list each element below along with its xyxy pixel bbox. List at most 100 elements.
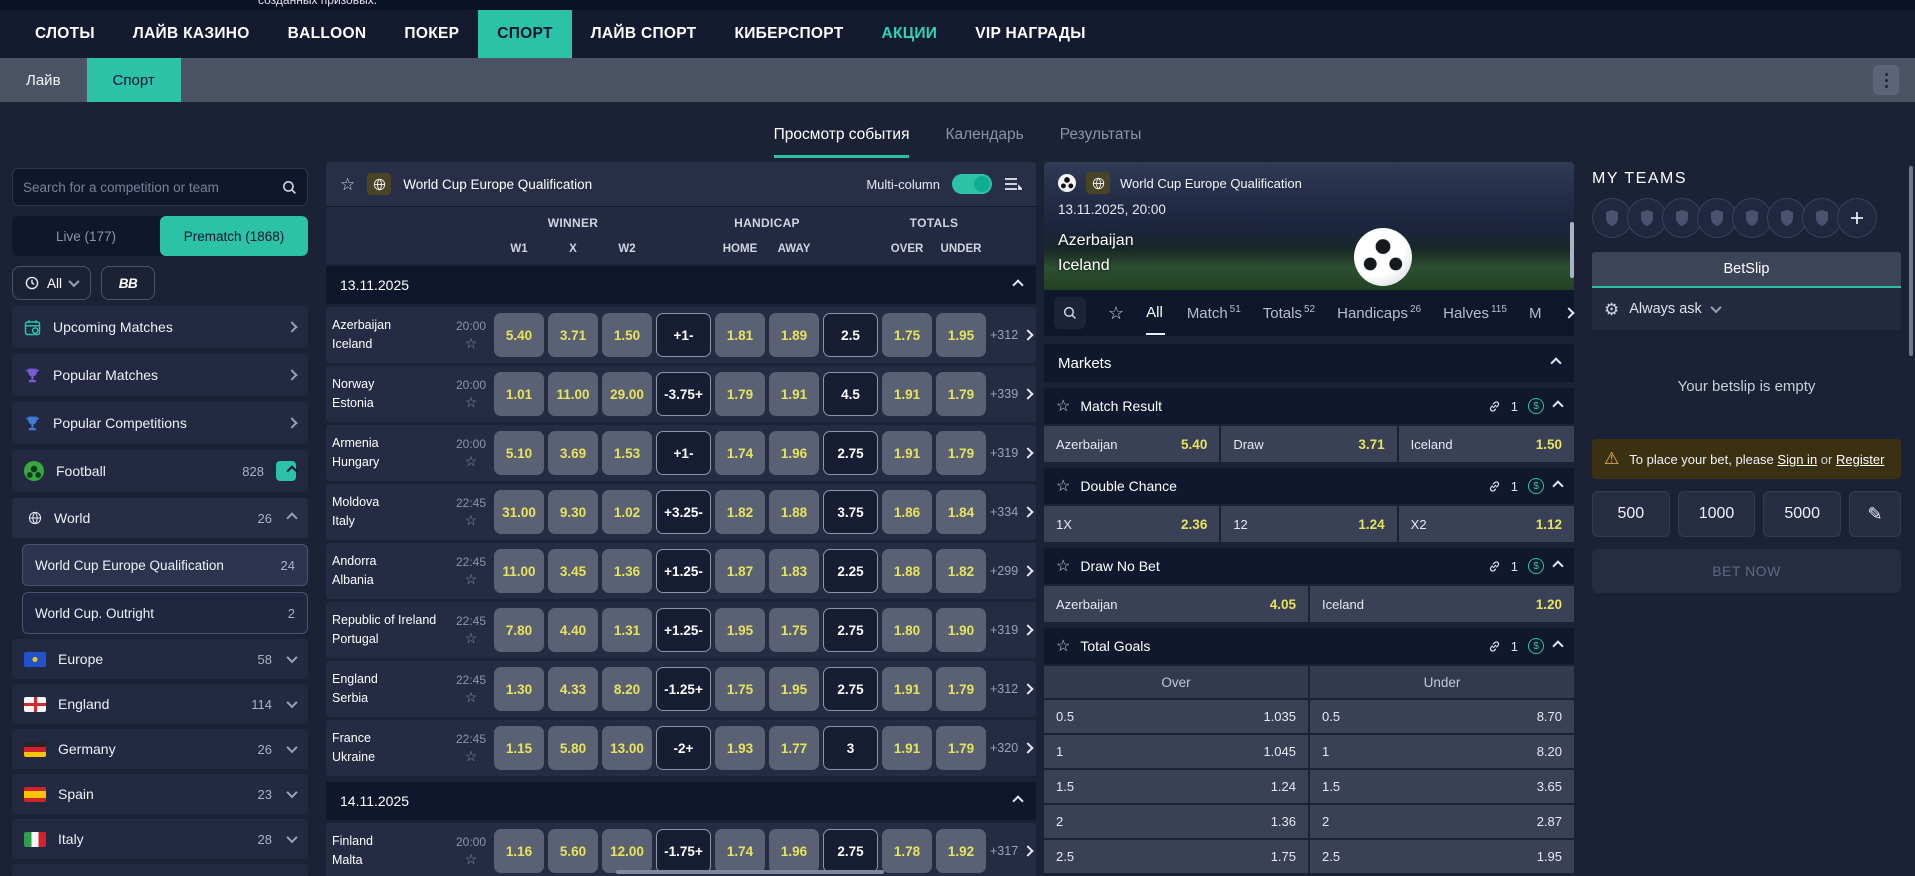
odds-x-button[interactable]: 5.80 <box>548 726 598 770</box>
odds-handicap-home-button[interactable]: 1.87 <box>715 549 765 593</box>
stake-500-button[interactable]: 500 <box>1592 491 1670 537</box>
favorite-star-icon[interactable]: ☆ <box>452 630 490 647</box>
team-avatar[interactable] <box>1627 198 1667 238</box>
market-header[interactable]: ☆ Total Goals 1 <box>1044 628 1574 664</box>
odds-handicap-away-button[interactable]: 1.91 <box>769 372 819 416</box>
view-tab[interactable]: Календарь <box>945 126 1023 158</box>
nav-item[interactable]: VIP НАГРАДЫ <box>956 10 1104 58</box>
odds-w1-button[interactable]: 1.15 <box>494 726 544 770</box>
sidebar-item-popular-matches[interactable]: Popular Matches <box>12 354 308 396</box>
chevron-right-icon[interactable] <box>1564 307 1575 318</box>
stake-1000-button[interactable]: 1000 <box>1678 491 1756 537</box>
favorite-star-icon[interactable]: ☆ <box>1056 396 1070 416</box>
total-odds-cell[interactable]: 2.5 1.75 <box>1044 840 1308 873</box>
multi-column-toggle[interactable] <box>952 174 992 194</box>
view-tab[interactable]: Просмотр события <box>774 126 910 158</box>
date-group-header[interactable]: 13.11.2025 <box>326 266 1036 304</box>
live-toggle[interactable]: Live (177) <box>12 216 160 256</box>
market-odds-cell[interactable]: 1X 2.36 <box>1044 506 1219 542</box>
total-odds-cell[interactable]: 1 1.045 <box>1044 735 1308 768</box>
nav-item[interactable]: BALLOON <box>269 10 386 58</box>
more-markets-link[interactable]: +317 <box>990 844 1032 858</box>
chevron-up-icon[interactable] <box>1552 560 1563 571</box>
odds-w1-button[interactable]: 1.16 <box>494 829 544 873</box>
match-row[interactable]: Finland Malta 20:00 ☆ 1.16 5.60 12.00 -1… <box>326 823 1036 876</box>
total-odds-cell[interactable]: 2 1.36 <box>1044 805 1308 838</box>
market-tab[interactable]: Handicaps26 <box>1337 292 1421 334</box>
favorite-star-icon[interactable]: ☆ <box>1056 636 1070 656</box>
betslip-settings[interactable]: ⚙ Always ask <box>1592 288 1901 330</box>
bet-builder-button[interactable]: BB <box>101 266 155 300</box>
match-row[interactable]: England Serbia 22:45 ☆ 1.30 4.33 8.20 -1… <box>326 661 1036 717</box>
odds-w1-button[interactable]: 1.01 <box>494 372 544 416</box>
sidebar-country-item[interactable]: Germany 26 <box>12 729 308 769</box>
odds-over-button[interactable]: 1.86 <box>882 490 932 534</box>
favorite-star-icon[interactable]: ☆ <box>452 689 490 706</box>
favorite-star-icon[interactable]: ☆ <box>452 453 490 470</box>
nav-item[interactable]: ЛАЙВ СПОРТ <box>572 10 716 58</box>
market-search-button[interactable] <box>1054 297 1086 329</box>
odds-under-button[interactable]: 1.84 <box>936 490 986 534</box>
betslip-tab[interactable]: BetSlip <box>1592 252 1901 288</box>
odds-over-button[interactable]: 1.91 <box>882 667 932 711</box>
total-line-button[interactable]: 2.5 <box>823 313 878 357</box>
prematch-toggle[interactable]: Prematch (1868) <box>160 216 308 256</box>
odds-x-button[interactable]: 3.45 <box>548 549 598 593</box>
sidebar-competition-item[interactable]: World Cup Europe Qualification 24 <box>22 544 308 586</box>
market-tab[interactable]: M <box>1529 292 1544 334</box>
odds-handicap-home-button[interactable]: 1.74 <box>715 829 765 873</box>
odds-under-button[interactable]: 1.90 <box>936 608 986 652</box>
chevron-up-icon[interactable] <box>1552 480 1563 491</box>
odds-handicap-home-button[interactable]: 1.79 <box>715 372 765 416</box>
time-filter-button[interactable]: All <box>12 266 91 300</box>
odds-under-button[interactable]: 1.82 <box>936 549 986 593</box>
sidebar-item-world[interactable]: World 26 <box>12 498 308 538</box>
handicap-line-button[interactable]: -2+ <box>656 726 711 770</box>
stake-5000-button[interactable]: 5000 <box>1763 491 1841 537</box>
odds-handicap-away-button[interactable]: 1.83 <box>769 549 819 593</box>
search-input[interactable] <box>23 180 282 195</box>
sidebar-item-football[interactable]: Football 828 <box>12 450 308 492</box>
odds-handicap-away-button[interactable]: 1.95 <box>769 667 819 711</box>
favorite-star-icon[interactable]: ☆ <box>1056 476 1070 496</box>
total-odds-cell[interactable]: 1.5 3.65 <box>1310 770 1574 803</box>
total-line-button[interactable]: 2.75 <box>823 431 878 475</box>
match-row[interactable]: Republic of Ireland Portugal 22:45 ☆ 7.8… <box>326 602 1036 658</box>
odds-under-button[interactable]: 1.79 <box>936 372 986 416</box>
odds-x-button[interactable]: 3.71 <box>548 313 598 357</box>
total-odds-cell[interactable]: 1 8.20 <box>1310 735 1574 768</box>
odds-w1-button[interactable]: 5.40 <box>494 313 544 357</box>
odds-w2-button[interactable]: 1.36 <box>602 549 652 593</box>
team-avatar[interactable] <box>1697 198 1737 238</box>
market-tab[interactable]: All <box>1146 291 1165 335</box>
sidebar-country-item[interactable]: Europe 58 <box>12 639 308 679</box>
odds-w2-button[interactable]: 29.00 <box>602 372 652 416</box>
subnav-tab[interactable]: Спорт <box>87 58 181 102</box>
more-markets-link[interactable]: +312 <box>990 682 1032 696</box>
favorite-star-icon[interactable]: ☆ <box>452 748 490 765</box>
odds-handicap-away-button[interactable]: 1.75 <box>769 608 819 652</box>
odds-x-button[interactable]: 5.60 <box>548 829 598 873</box>
handicap-line-button[interactable]: +3.25- <box>656 490 711 534</box>
more-markets-link[interactable]: +299 <box>990 564 1032 578</box>
sidebar-country-item[interactable]: Spain 23 <box>12 774 308 814</box>
vertical-scrollbar[interactable] <box>1909 166 1913 356</box>
odds-w2-button[interactable]: 1.31 <box>602 608 652 652</box>
odds-x-button[interactable]: 4.40 <box>548 608 598 652</box>
more-markets-link[interactable]: +319 <box>990 446 1032 460</box>
nav-item[interactable]: ЛАЙВ КАЗИНО <box>114 10 269 58</box>
market-tab[interactable]: Halves115 <box>1443 292 1507 334</box>
handicap-line-button[interactable]: -3.75+ <box>656 372 711 416</box>
odds-handicap-home-button[interactable]: 1.75 <box>715 667 765 711</box>
market-tab[interactable]: Match51 <box>1187 292 1241 334</box>
market-header[interactable]: ☆ Match Result 1 <box>1044 388 1574 424</box>
odds-over-button[interactable]: 1.88 <box>882 549 932 593</box>
market-odds-cell[interactable]: Azerbaijan 5.40 <box>1044 426 1219 462</box>
total-line-button[interactable]: 2.75 <box>823 667 878 711</box>
total-odds-cell[interactable]: 0.5 1.035 <box>1044 700 1308 733</box>
odds-handicap-home-button[interactable]: 1.93 <box>715 726 765 770</box>
odds-handicap-away-button[interactable]: 1.88 <box>769 490 819 534</box>
subnav-tab[interactable]: Лайв <box>0 58 87 102</box>
odds-w1-button[interactable]: 7.80 <box>494 608 544 652</box>
market-odds-cell[interactable]: Azerbaijan 4.05 <box>1044 586 1308 622</box>
